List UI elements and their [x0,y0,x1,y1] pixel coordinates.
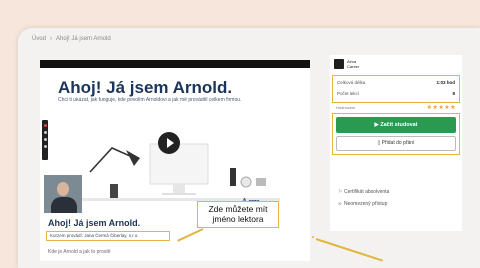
course-name: Ahoj! Já jsem Arnold. [48,218,141,228]
lector-highlight: Kurzem provádí: Jana Čermá Čiberlay, s.r… [46,231,170,241]
callout-line-2: jméno lektora [212,214,264,224]
rating-label: Hodnocení [336,105,356,110]
duration-label: Celková délka [337,80,366,85]
course-info-box: Celková délka 1:03 hod Počet lekcí 8 [332,75,460,103]
certificate-link[interactable]: ⚐ Certifikát absolventa [338,189,389,195]
breadcrumb-home[interactable]: Úvod [32,36,46,42]
action-buttons-box: ▶ Začít studovat ▯ Přidat do přání [332,113,460,155]
brand-name: Alma Career [347,59,359,69]
course-main-panel: Ahoj! Já jsem Arnold. Chci ti ukázat, ja… [40,60,310,261]
video-subtitle: Chci ti ukázat, jak funguje, kde povolím… [58,97,242,103]
course-description: Kde je Arnold a jak to prostě [48,249,111,255]
unlimited-access-link[interactable]: ∞ Neomezený přístup [338,201,387,207]
course-sidebar: Alma Career Celková délka 1:03 hod Počet… [330,55,462,231]
lector-name: Kurzem provádí: Jana Čermá Čiberlay, s.r… [50,233,139,238]
lector-callout: Zde můžete mít jméno lektora [197,201,279,228]
breadcrumb: Úvod › Ahoj! Já jsem Arnold [32,36,111,42]
video-title: Ahoj! Já jsem Arnold. [58,78,233,97]
rating-stars: ★★★★★ [426,105,456,111]
unlimited-access-label: Neomezený přístup [344,201,388,207]
brand-name-line-2: Career [347,64,360,69]
start-course-label: Začít studovat [380,122,418,128]
breadcrumb-current: Ahoj! Já jsem Arnold [56,36,111,42]
video-top-bar [40,60,310,68]
brand-logo-icon [334,59,344,69]
add-to-wishlist-button[interactable]: ▯ Přidat do přání [336,136,456,151]
play-button[interactable] [158,132,180,154]
callout-line-1: Zde můžete mít [208,204,268,214]
side-toolbar[interactable] [42,120,48,160]
certificate-label: Certifikát absolventa [344,189,390,195]
lector-avatar [44,175,82,213]
start-course-button[interactable]: ▶ Začít studovat [336,117,456,133]
lessons-label: Počet lekcí [337,91,360,96]
pointer-dot [312,236,314,238]
breadcrumb-separator: › [50,36,53,42]
add-to-wishlist-label: Přidat do přání [381,140,415,146]
lessons-value: 8 [452,91,455,96]
duration-value: 1:03 hod [436,80,455,85]
